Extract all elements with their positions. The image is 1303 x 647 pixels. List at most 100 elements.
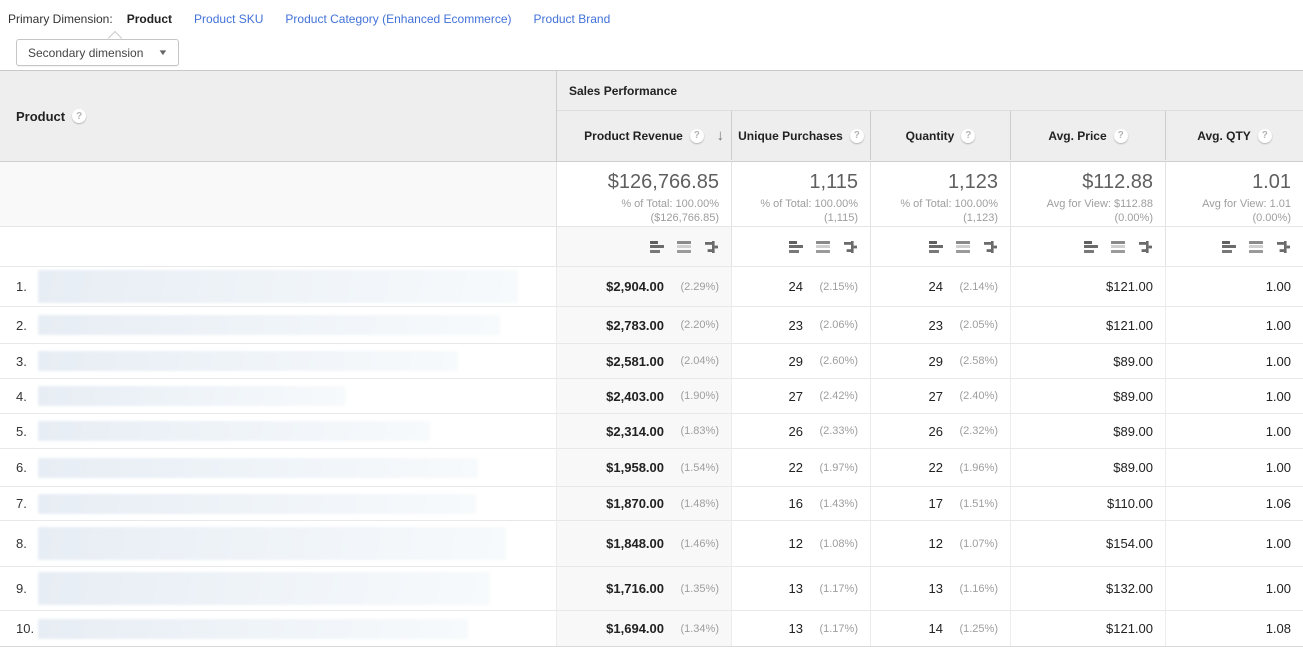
quantity-cell: 17 (1.51%)	[870, 487, 1010, 520]
quantity-percent: (1.16%)	[952, 583, 998, 595]
quantity-value: 12	[929, 536, 943, 551]
quantity-value: 22	[929, 460, 943, 475]
avg-qty-value: 1.00	[1266, 279, 1291, 294]
quantity-cell: 23 (2.05%)	[870, 307, 1010, 343]
product-cell[interactable]: 2.	[0, 307, 557, 343]
revenue-value: $2,403.00	[606, 389, 664, 404]
unique-purchases-cell: 27 (2.42%)	[731, 379, 870, 413]
table-row: 7. $1,870.00 (1.48%) 16 (1.43%) 17 (1.51…	[0, 486, 1303, 520]
column-header-avg-qty[interactable]: Avg. QTY ?	[1165, 111, 1303, 160]
product-revenue-cell: $2,403.00 (1.90%)	[557, 379, 731, 413]
bar-chart-descending-icon[interactable]	[650, 241, 664, 253]
sales-performance-table: Product ? Sales Performance Product Reve…	[0, 70, 1303, 647]
primary-dimension-tab-product-brand[interactable]: Product Brand	[534, 12, 611, 26]
bar-chart-descending-icon[interactable]	[1222, 241, 1236, 253]
unique-purchases-cell: 12 (1.08%)	[731, 521, 870, 566]
primary-dimension-tab-product[interactable]: Product	[127, 12, 172, 26]
bar-chart-comparison-icon[interactable]	[677, 241, 691, 253]
product-revenue-cell: $2,783.00 (2.20%)	[557, 307, 731, 343]
product-revenue-cell: $2,314.00 (1.83%)	[557, 414, 731, 448]
product-cell[interactable]: 5.	[0, 414, 557, 448]
pivot-sort-icon[interactable]	[704, 241, 718, 253]
bar-chart-descending-icon[interactable]	[929, 241, 943, 253]
bar-chart-descending-icon[interactable]	[789, 241, 803, 253]
avg-qty-cell: 1.00	[1165, 521, 1303, 566]
avg-price-cell: $132.00	[1010, 567, 1165, 610]
table-header: Product ? Sales Performance Product Reve…	[0, 71, 1303, 161]
avg-price-value: $121.00	[1106, 318, 1153, 333]
product-cell[interactable]: 9.	[0, 567, 557, 610]
avg-qty-cell: 1.00	[1165, 414, 1303, 448]
bar-chart-comparison-icon[interactable]	[816, 241, 830, 253]
pivot-sort-icon[interactable]	[843, 241, 857, 253]
bar-chart-comparison-icon[interactable]	[956, 241, 970, 253]
table-row: 3. $2,581.00 (2.04%) 29 (2.60%) 29 (2.58…	[0, 343, 1303, 378]
product-cell[interactable]: 8.	[0, 521, 557, 566]
table-row: 2. $2,783.00 (2.20%) 23 (2.06%) 23 (2.05…	[0, 306, 1303, 343]
sort-descending-arrow-icon[interactable]: ↓	[717, 126, 725, 143]
column-header-product-revenue[interactable]: Product Revenue ? ↓	[557, 111, 731, 160]
primary-dimension-tab-product-category[interactable]: Product Category (Enhanced Ecommerce)	[285, 12, 511, 26]
quantity-cell: 13 (1.16%)	[870, 567, 1010, 610]
product-cell[interactable]: 7.	[0, 487, 557, 520]
product-revenue-cell: $2,904.00 (2.29%)	[557, 267, 731, 306]
totals-subtext: (1,115)	[732, 211, 858, 225]
totals-row: $126,766.85 % of Total: 100.00% ($126,76…	[0, 161, 1303, 226]
bar-chart-descending-icon[interactable]	[1084, 241, 1098, 253]
product-cell[interactable]: 10.	[0, 611, 557, 646]
pivot-sort-icon[interactable]	[1276, 241, 1290, 253]
avg-qty-value: 1.00	[1266, 536, 1291, 551]
avg-qty-value: 1.00	[1266, 581, 1291, 596]
unique-purchases-cell: 29 (2.60%)	[731, 344, 870, 378]
product-cell[interactable]: 4.	[0, 379, 557, 413]
help-icon[interactable]: ?	[690, 129, 704, 143]
pivot-sort-icon[interactable]	[983, 241, 997, 253]
purchases-percent: (2.42%)	[812, 390, 858, 402]
column-header-avg-price[interactable]: Avg. Price ?	[1010, 111, 1165, 160]
quantity-value: 24	[929, 279, 943, 294]
avg-qty-cell: 1.00	[1165, 307, 1303, 343]
row-rank: 1.	[16, 279, 38, 294]
purchases-value: 16	[789, 496, 803, 511]
purchases-value: 23	[789, 318, 803, 333]
help-icon[interactable]: ?	[72, 109, 86, 123]
product-column-header[interactable]: Product ?	[0, 71, 557, 161]
help-icon[interactable]: ?	[1258, 129, 1272, 143]
avg-price-cell: $110.00	[1010, 487, 1165, 520]
purchases-percent: (1.17%)	[812, 623, 858, 635]
avg-qty-cell: 1.00	[1165, 267, 1303, 306]
pivot-sort-icon[interactable]	[1138, 241, 1152, 253]
totals-subtext: (0.00%)	[1011, 211, 1153, 225]
product-cell[interactable]: 1.	[0, 267, 557, 306]
column-header-label: Quantity	[906, 129, 955, 143]
quantity-value: 23	[929, 318, 943, 333]
table-row: 5. $2,314.00 (1.83%) 26 (2.33%) 26 (2.32…	[0, 413, 1303, 448]
product-cell[interactable]: 3.	[0, 344, 557, 378]
revenue-percent: (2.04%)	[673, 355, 719, 367]
table-row: 4. $2,403.00 (1.90%) 27 (2.42%) 27 (2.40…	[0, 378, 1303, 413]
secondary-dimension-button[interactable]: Secondary dimension ▼	[16, 39, 179, 66]
product-cell[interactable]: 6.	[0, 449, 557, 486]
purchases-value: 13	[789, 621, 803, 636]
help-icon[interactable]: ?	[961, 129, 975, 143]
revenue-value: $1,694.00	[606, 621, 664, 636]
quantity-cell: 14 (1.25%)	[870, 611, 1010, 646]
avg-price-cell: $121.00	[1010, 307, 1165, 343]
bar-chart-comparison-icon[interactable]	[1249, 241, 1263, 253]
revenue-value: $2,581.00	[606, 354, 664, 369]
purchases-percent: (2.33%)	[812, 425, 858, 437]
column-header-quantity[interactable]: Quantity ?	[870, 111, 1010, 160]
column-header-unique-purchases[interactable]: Unique Purchases ?	[731, 111, 870, 160]
bar-chart-comparison-icon[interactable]	[1111, 241, 1125, 253]
help-icon[interactable]: ?	[850, 129, 864, 143]
display-options-avg-price	[1010, 227, 1165, 266]
quantity-percent: (2.14%)	[952, 281, 998, 293]
primary-dimension-tab-product-sku[interactable]: Product SKU	[194, 12, 263, 26]
quantity-percent: (1.51%)	[952, 498, 998, 510]
totals-subtext: ($126,766.85)	[557, 211, 719, 225]
revenue-value: $2,783.00	[606, 318, 664, 333]
primary-dimension-label: Primary Dimension:	[8, 12, 113, 26]
purchases-percent: (1.43%)	[812, 498, 858, 510]
quantity-value: 26	[929, 424, 943, 439]
help-icon[interactable]: ?	[1114, 129, 1128, 143]
